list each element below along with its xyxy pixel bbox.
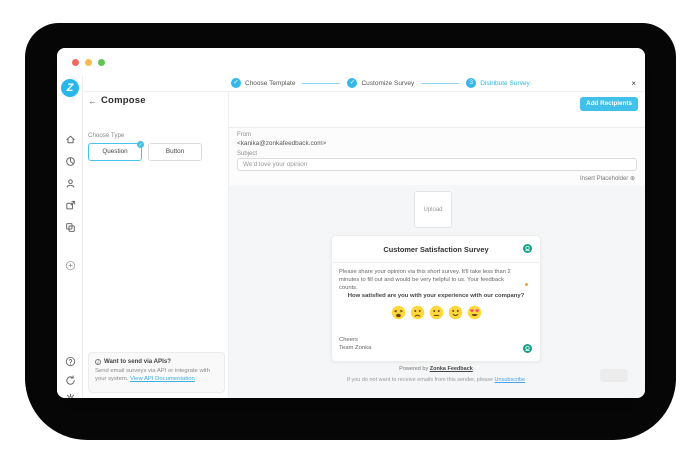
step-connector bbox=[302, 82, 341, 84]
step-check-icon: ✓ bbox=[231, 78, 241, 88]
type-option-button[interactable]: Button bbox=[148, 143, 202, 161]
templates-icon[interactable] bbox=[65, 222, 76, 233]
emoji-neutral-face[interactable] bbox=[429, 305, 444, 320]
subject-input[interactable] bbox=[237, 158, 637, 171]
desktop-background: Z ✓ Choose Template ✓ Customize Survey 3… bbox=[0, 0, 700, 450]
selected-check-badge: ✓ bbox=[137, 141, 144, 148]
surveys-icon[interactable] bbox=[65, 156, 76, 167]
type-option-label: Button bbox=[165, 148, 185, 155]
api-info-title: i Want to send via APIs? bbox=[95, 358, 218, 365]
app-sidebar: Z bbox=[57, 76, 83, 398]
survey-intro-text: Please share your opinion via this short… bbox=[339, 269, 511, 292]
step-connector bbox=[421, 82, 460, 84]
footer-pill bbox=[600, 369, 628, 382]
distribution-stepper: ✓ Choose Template ✓ Customize Survey 3 D… bbox=[231, 78, 530, 88]
edit-marker-dot bbox=[525, 283, 528, 286]
info-icon: i bbox=[95, 358, 101, 365]
api-info-title-text: Want to send via APIs? bbox=[104, 358, 171, 365]
from-label: From bbox=[237, 132, 251, 138]
zoom-window-button[interactable] bbox=[98, 58, 105, 66]
help-icon[interactable] bbox=[65, 356, 76, 367]
type-option-label: Question bbox=[102, 148, 128, 155]
signoff-line2: Team Zonka bbox=[339, 345, 372, 352]
insert-placeholder-link[interactable]: Insert Placeholder ⊕ bbox=[580, 175, 635, 182]
step-distribute-survey[interactable]: 3 Distribute Survey bbox=[466, 78, 530, 88]
edit-marker-icon[interactable] bbox=[523, 344, 532, 353]
add-icon[interactable] bbox=[65, 260, 76, 271]
unsubscribe-line: If you do not want to receive emails fro… bbox=[281, 377, 591, 383]
app-window: Z ✓ Choose Template ✓ Customize Survey 3… bbox=[57, 48, 645, 398]
add-recipients-button[interactable]: Add Recipients bbox=[580, 97, 638, 111]
api-info-body: Send email surveys via API or integrate … bbox=[95, 367, 218, 384]
powered-brand-link[interactable]: Zonka Feedback bbox=[430, 366, 473, 372]
edit-marker-icon[interactable] bbox=[523, 244, 532, 253]
survey-signoff: Cheers Team Zonka bbox=[339, 336, 371, 353]
email-preview-section: Upload Customer Satisfaction Survey Plea… bbox=[229, 185, 645, 398]
close-window-button[interactable] bbox=[72, 58, 79, 66]
survey-title: Customer Satisfaction Survey bbox=[383, 245, 489, 254]
page-title: Compose bbox=[101, 94, 146, 106]
step-label: Customize Survey bbox=[361, 79, 415, 87]
step-label: Distribute Survey bbox=[480, 79, 530, 87]
emoji-frowning-face[interactable] bbox=[410, 305, 425, 320]
unsubscribe-prefix: If you do not want to receive emails fro… bbox=[346, 377, 495, 383]
window-titlebar bbox=[57, 48, 645, 76]
emoji-rating-scale bbox=[332, 305, 540, 320]
minimize-window-button[interactable] bbox=[85, 58, 92, 66]
emoji-heart-eyes-face[interactable] bbox=[467, 305, 482, 320]
zonka-logo[interactable]: Z bbox=[61, 79, 79, 97]
home-icon[interactable] bbox=[65, 134, 76, 145]
email-form-section: From <kanika@zonkafeedback.com> Subject … bbox=[229, 127, 645, 185]
api-info-box: i Want to send via APIs? Send email surv… bbox=[88, 352, 225, 393]
emoji-slightly-smiling-face[interactable] bbox=[448, 305, 463, 320]
close-icon[interactable]: × bbox=[631, 79, 636, 88]
step-choose-template[interactable]: ✓ Choose Template bbox=[231, 78, 295, 88]
step-number-badge: 3 bbox=[466, 78, 477, 88]
type-option-question[interactable]: Question ✓ bbox=[88, 141, 144, 161]
step-customize-survey[interactable]: ✓ Customize Survey bbox=[347, 78, 414, 88]
settings-icon[interactable] bbox=[65, 393, 76, 398]
choose-type-label: Choose Type bbox=[88, 132, 125, 139]
sync-icon[interactable] bbox=[65, 375, 76, 386]
card-divider bbox=[332, 262, 540, 263]
step-check-icon: ✓ bbox=[347, 78, 358, 88]
survey-question: How satisfied are you with your experien… bbox=[347, 293, 525, 299]
from-value: <kanika@zonkafeedback.com> bbox=[237, 140, 327, 147]
powered-by-line: Powered by Zonka Feedback bbox=[331, 366, 541, 372]
step-label: Choose Template bbox=[245, 79, 296, 87]
back-arrow-icon[interactable]: ← bbox=[88, 96, 97, 106]
powered-prefix: Powered by bbox=[399, 366, 430, 372]
unsubscribe-link[interactable]: Unsubscribe bbox=[495, 377, 526, 383]
signoff-line1: Cheers bbox=[339, 337, 358, 343]
stepper-band: ✓ Choose Template ✓ Customize Survey 3 D… bbox=[83, 76, 645, 92]
contacts-icon[interactable] bbox=[65, 178, 76, 189]
emoji-weary-face[interactable] bbox=[391, 305, 406, 320]
survey-preview-card: Customer Satisfaction Survey Please shar… bbox=[331, 235, 541, 362]
api-docs-link[interactable]: View API Documentation bbox=[130, 376, 195, 382]
subject-label: Subject bbox=[237, 151, 258, 157]
distribute-icon[interactable] bbox=[65, 200, 76, 211]
upload-logo-button[interactable]: Upload bbox=[414, 191, 452, 228]
